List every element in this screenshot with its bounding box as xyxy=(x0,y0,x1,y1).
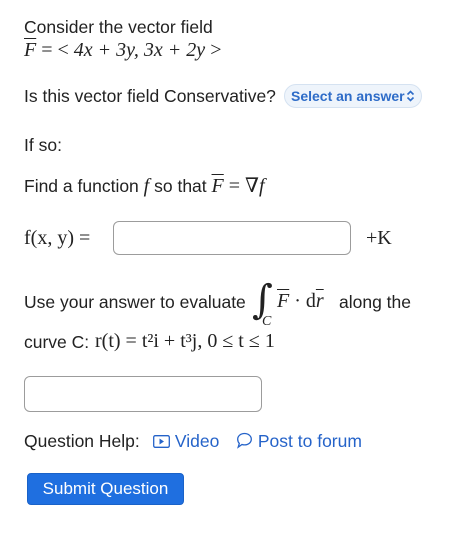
function-input[interactable] xyxy=(113,221,351,255)
find-function-text: Find a function f so that F = ∇f xyxy=(24,174,265,198)
integrand-F: F xyxy=(277,290,290,312)
video-link-label: Video xyxy=(174,431,220,451)
conservative-question: Is this vector field Conservative? xyxy=(24,86,276,106)
field-close: > xyxy=(205,39,222,61)
post-to-forum-link[interactable]: Post to forum xyxy=(236,430,362,452)
integral-subscript: C xyxy=(262,314,271,330)
select-value: Select an answer xyxy=(291,88,405,104)
integrand: F · dr xyxy=(277,289,324,313)
intro-text: Consider the vector field xyxy=(24,17,213,37)
find-function-label: Find a function xyxy=(24,176,139,196)
function-label: f(x, y) = xyxy=(24,227,91,249)
vector-field-expression: F = < 4x + 3y, 3x + 2y > xyxy=(24,38,221,62)
post-to-forum-label: Post to forum xyxy=(257,431,362,451)
integrand-r: r xyxy=(315,290,324,312)
curve-label: curve C: xyxy=(24,332,90,352)
so-that-label: so that xyxy=(154,176,207,196)
field-components: 4x + 3y, 3x + 2y xyxy=(73,39,206,61)
curve-C: C xyxy=(262,314,272,329)
video-link[interactable]: Video xyxy=(153,430,219,452)
math-f: f xyxy=(143,175,150,197)
math-F: F xyxy=(211,175,224,197)
dot-d: · d xyxy=(289,290,316,312)
video-icon xyxy=(153,435,170,448)
chevron-up-down-icon xyxy=(406,90,415,102)
evaluate-text: Use your answer to evaluate xyxy=(24,292,246,312)
integral-input[interactable] xyxy=(24,376,262,412)
field-F: F xyxy=(24,39,37,61)
curve-expression: r(t) = t²i + t³j, 0 ≤ t ≤ 1 xyxy=(95,330,275,352)
question-help-label: Question Help: xyxy=(24,431,140,451)
math-f2: f xyxy=(259,175,265,197)
conservative-select[interactable]: Select an answer xyxy=(284,84,422,108)
gradient-eq: = ∇ xyxy=(223,175,259,197)
constant-k: +K xyxy=(366,227,392,249)
if-so-label: If so: xyxy=(24,135,62,155)
submit-question-button[interactable]: Submit Question xyxy=(27,473,184,505)
along-the-text: along the xyxy=(339,292,412,312)
speech-bubble-icon xyxy=(237,432,252,449)
field-equals: = < xyxy=(36,39,74,61)
